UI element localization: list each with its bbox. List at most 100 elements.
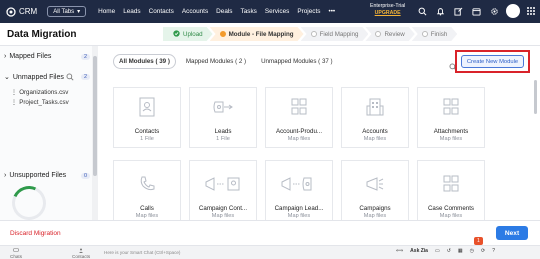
unsupported-files-count: 0 [80, 172, 90, 179]
mapped-files-section[interactable]: › Mapped Files 2 [0, 53, 92, 60]
unmapped-files-label: Unmapped Files [12, 73, 64, 81]
chevron-down-icon: ▾ [77, 9, 81, 15]
module-name: Calls [140, 205, 154, 212]
module-card-case-comments[interactable]: Case Comments Map files [417, 160, 485, 221]
calendar-icon[interactable] [470, 5, 482, 17]
nav-home[interactable]: Home [98, 8, 115, 15]
nav-leads[interactable]: Leads [123, 8, 140, 15]
avatar[interactable] [506, 4, 520, 18]
chats-shortcut[interactable]: Chats [10, 248, 22, 259]
code-icon[interactable]: ⟺ [396, 248, 403, 254]
all-tabs-dropdown[interactable]: All Tabs ▾ [47, 6, 87, 17]
module-status: Map files [135, 213, 159, 219]
module-name: Case Comments [427, 205, 475, 212]
nav-tasks[interactable]: Tasks [241, 8, 257, 15]
nav-more[interactable]: ••• [328, 8, 335, 15]
unmapped-files-section[interactable]: ⌄ Unmapped Files 2 [0, 73, 92, 81]
recent-items-icon[interactable]: ▦ [458, 248, 463, 254]
app-grid-icon[interactable] [526, 6, 536, 16]
step-upload[interactable]: Upload [163, 27, 213, 41]
sidebar-scrollbar[interactable] [92, 46, 98, 220]
contacts-label: Contacts [72, 254, 91, 259]
trial-label: Enterprise-Trial [370, 3, 406, 9]
step-pending-icon [422, 31, 428, 37]
bell-icon[interactable] [434, 5, 446, 17]
create-new-module-button[interactable]: Create New Module [461, 55, 524, 68]
refresh-icon[interactable]: ⟳ [481, 248, 485, 254]
bottom-bar: Chats Contacts Here is your Smart Chat (… [0, 237, 540, 259]
contacts-icon [135, 96, 159, 118]
nav-contacts[interactable]: Contacts [149, 8, 174, 15]
module-name: Campaign Cont... [198, 205, 248, 212]
account-products-icon [287, 96, 311, 118]
gear-icon[interactable] [488, 5, 500, 17]
unsupported-files-section[interactable]: › Unsupported Files 0 [0, 172, 92, 179]
drag-handle-icon: ⋮ [11, 89, 18, 96]
search-icon[interactable] [66, 73, 74, 83]
filter-mapped-modules[interactable]: Mapped Modules ( 2 ) [181, 55, 251, 68]
module-status: Map files [439, 136, 463, 142]
nav-services[interactable]: Services [265, 8, 290, 15]
contacts-shortcut[interactable]: Contacts [72, 248, 90, 259]
next-button[interactable]: Next [496, 226, 528, 240]
module-card-attachments[interactable]: Attachments Map files [417, 87, 485, 148]
module-status: Map files [287, 136, 311, 142]
module-card-accounts[interactable]: Accounts Map files [341, 87, 409, 148]
help-icon[interactable]: ? [492, 248, 495, 254]
scrollbar-thumb[interactable] [93, 56, 97, 176]
step-label: Finish [430, 30, 448, 38]
module-card-campaign-contacts[interactable]: Campaign Cont... Map files [189, 160, 257, 221]
mapped-files-label: Mapped Files [9, 53, 52, 60]
nav-projects[interactable]: Projects [297, 8, 320, 15]
edit-icon[interactable] [452, 5, 464, 17]
module-name: Campaign Lead... [274, 205, 324, 212]
file-item[interactable]: ⋮ Project_Tasks.csv [11, 99, 69, 106]
module-name: Attachments [433, 128, 469, 135]
module-status: 1 File [140, 136, 154, 142]
files-sidebar: › Mapped Files 2 ⌄ Unmapped Files 2 ⋮ Or… [0, 46, 98, 225]
phone-icon [135, 173, 159, 195]
undo-icon[interactable]: ↺ [447, 248, 451, 254]
chevron-right-icon: › [4, 172, 7, 179]
discard-migration-link[interactable]: Discard Migration [10, 230, 61, 237]
step-finish[interactable]: Finish [412, 27, 458, 41]
chats-label: Chats [10, 254, 23, 259]
module-filters: All Modules ( 39 ) Mapped Modules ( 2 ) … [113, 54, 338, 69]
bottom-tools: ⟺ Ask Zia ▭ ↺ ▦ ◷ ⟳ ? [396, 248, 495, 254]
step-label: Module - File Mapping [228, 30, 294, 38]
screen-icon[interactable]: ▭ [435, 248, 440, 254]
step-label: Upload [183, 30, 203, 38]
module-status: Map files [287, 213, 311, 219]
nav-accounts[interactable]: Accounts [182, 8, 208, 15]
campaign-contacts-icon [203, 173, 243, 195]
progress-ring [7, 181, 51, 225]
filter-unmapped-modules[interactable]: Unmapped Modules ( 37 ) [256, 55, 338, 68]
trial-info: Enterprise-Trial UPGRADE [370, 3, 405, 17]
smart-chat-input[interactable]: Here is your Smart Chat (Ctrl+Space) [104, 250, 180, 255]
module-card-calls[interactable]: Calls Map files [113, 160, 181, 221]
main-scrollbar[interactable] [532, 76, 539, 220]
module-card-campaign-leads[interactable]: Campaign Lead... Map files [265, 160, 333, 221]
module-card-account-products[interactable]: Account-Produ... Map files [265, 87, 333, 148]
module-card-campaigns[interactable]: Campaigns Map files [341, 160, 409, 221]
step-field-mapping[interactable]: Field Mapping [301, 27, 369, 41]
megaphone-icon [363, 173, 387, 195]
ask-zia-button[interactable]: Ask Zia [410, 248, 428, 254]
nav-deals[interactable]: Deals [216, 8, 232, 15]
module-status: Map files [363, 136, 387, 142]
module-card-leads[interactable]: Leads 1 File [189, 87, 257, 148]
campaign-leads-icon [279, 173, 319, 195]
crm-logo[interactable]: CRM [6, 6, 37, 17]
step-module-file-mapping[interactable]: Module - File Mapping [210, 27, 304, 41]
filter-all-modules[interactable]: All Modules ( 39 ) [113, 54, 176, 69]
module-card-contacts[interactable]: Contacts 1 File [113, 87, 181, 148]
leads-icon [211, 96, 235, 118]
step-review[interactable]: Review [365, 27, 414, 41]
main-nav: Home Leads Contacts Accounts Deals Tasks… [98, 8, 335, 15]
upgrade-link[interactable]: UPGRADE [370, 10, 405, 17]
alarm-icon[interactable]: ◷ [470, 248, 474, 254]
search-icon[interactable] [416, 5, 428, 17]
file-item[interactable]: ⋮ Organizations.csv [11, 89, 68, 96]
module-status: Map files [439, 213, 463, 219]
scrollbar-thumb[interactable] [534, 80, 537, 114]
